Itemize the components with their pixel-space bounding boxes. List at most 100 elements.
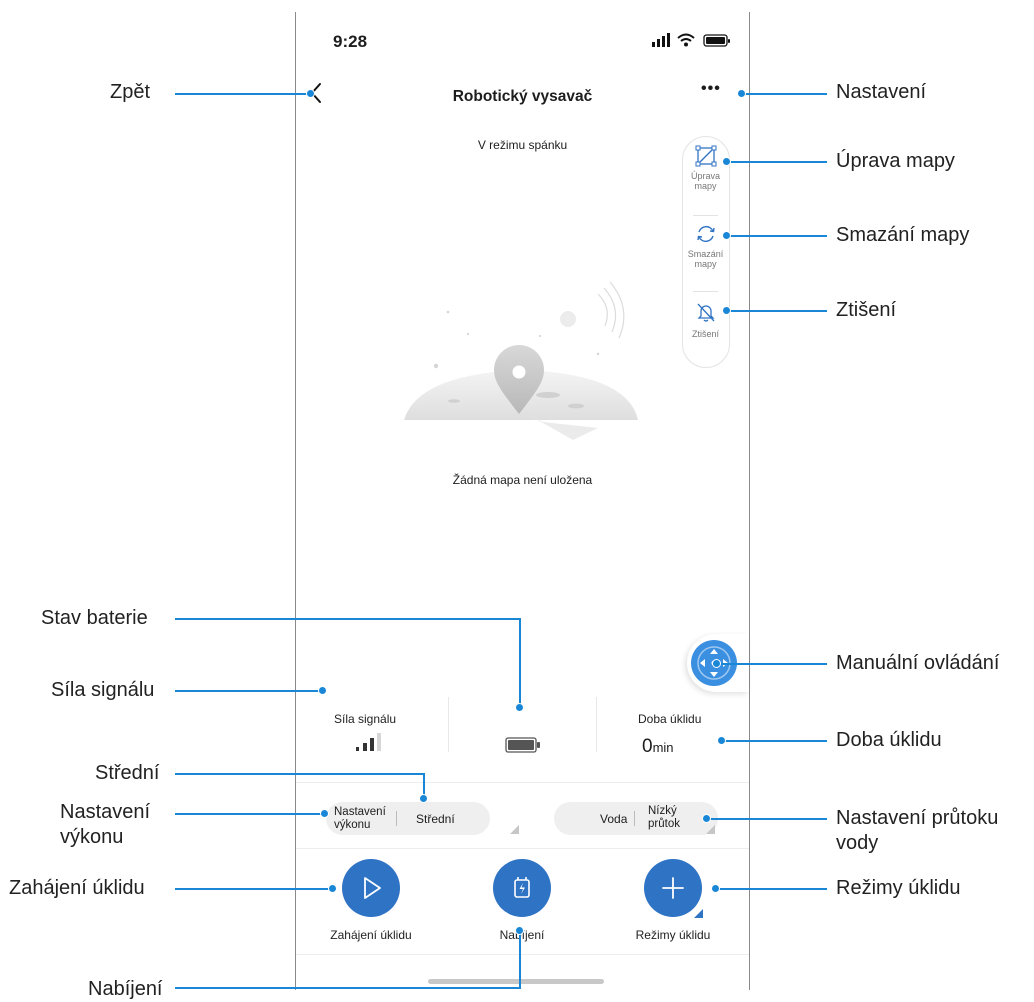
charging-button[interactable]	[493, 859, 551, 917]
phone-screen: 9:28 Robotický vysavač ••• V režimu spán…	[296, 12, 749, 990]
callout-dot	[712, 659, 721, 668]
callout-dot	[318, 686, 327, 695]
callout-line	[727, 235, 827, 237]
robot-state-text: V režimu spánku	[477, 138, 568, 152]
play-icon	[364, 877, 381, 899]
bell-off-icon	[696, 303, 715, 322]
corner-indicator-icon	[694, 909, 703, 918]
divider	[296, 782, 749, 783]
edit-map-button[interactable]: Úprava mapy	[683, 145, 728, 191]
delete-map-button[interactable]: Smazání mapy	[683, 223, 728, 269]
status-time: 9:28	[333, 32, 368, 51]
callout-dot	[419, 794, 428, 803]
more-options-button[interactable]: •••	[701, 80, 721, 98]
callout-water-flow: Nastavení průtoku vody	[836, 806, 998, 856]
corner-indicator-icon	[706, 825, 715, 834]
callout-dot	[328, 884, 337, 893]
empty-map-illustration	[404, 281, 638, 440]
callout-back: Zpět	[110, 81, 151, 103]
mute-button[interactable]: Ztišení	[683, 301, 728, 339]
callout-line	[727, 161, 827, 163]
callout-line	[519, 618, 521, 706]
water-flow-button[interactable]: Voda Nízký průtok	[554, 802, 718, 835]
callout-dot	[717, 736, 726, 745]
callout-settings: Nastavení	[836, 81, 927, 103]
callout-power-line1: Nastavení	[60, 801, 151, 823]
callout-medium: Střední	[95, 762, 160, 784]
callout-line	[175, 987, 521, 989]
power-setting-value: Střední	[416, 812, 455, 826]
callout-delete-map: Smazání mapy	[836, 224, 970, 246]
callout-dot	[320, 809, 329, 818]
start-cleaning-button[interactable]	[342, 859, 400, 917]
cleaning-time-display: 0min	[642, 736, 674, 758]
divider	[693, 215, 718, 216]
page-title: Robotický vysavač	[452, 88, 593, 105]
callout-cleaning-time: Doba úklidu	[836, 729, 942, 751]
corner-indicator-icon	[510, 825, 519, 834]
callout-signal-strength: Síla signálu	[51, 679, 155, 701]
power-setting-button[interactable]: Nastavení výkonu Střední	[326, 802, 519, 835]
phone-frame-right	[749, 12, 750, 990]
divider	[693, 291, 718, 292]
delete-map-label-1: Smazání	[687, 249, 724, 259]
callout-power-setting: Nastavení výkonu	[60, 800, 150, 850]
callout-dot	[722, 157, 731, 166]
refresh-icon	[696, 225, 715, 243]
cleaning-time-unit: min	[652, 740, 674, 755]
divider	[448, 697, 449, 752]
cleaning-modes-button[interactable]	[644, 859, 703, 918]
callout-line	[742, 93, 827, 95]
divider	[634, 811, 635, 826]
power-setting-label: Nastavení výkonu	[334, 806, 386, 832]
charging-dock-icon	[514, 877, 530, 898]
home-indicator[interactable]	[428, 979, 604, 984]
callout-line	[722, 740, 827, 742]
callout-dot	[722, 231, 731, 240]
callout-dot	[711, 884, 720, 893]
status-icons	[652, 32, 736, 55]
water-value-line2: průtok	[648, 818, 680, 830]
signal-bars-icon	[356, 733, 381, 751]
cleaning-modes-label: Režimy úklidu	[635, 928, 711, 942]
callout-dot	[515, 926, 524, 935]
callout-line	[175, 93, 310, 95]
callout-line	[175, 813, 324, 815]
mute-label: Ztišení	[691, 329, 719, 339]
divider	[296, 848, 749, 849]
callout-line	[717, 663, 827, 665]
cleaning-time-value: 0	[642, 736, 653, 757]
callout-dot	[306, 89, 315, 98]
callout-edit-map: Úprava mapy	[836, 150, 955, 172]
cleaning-time-label: Doba úklidu	[638, 712, 702, 726]
no-map-message: Žádná mapa není uložena	[452, 473, 593, 487]
power-label-line1: Nastavení	[334, 806, 386, 818]
callout-battery-status: Stav baterie	[41, 607, 148, 629]
water-flow-value: Nízký průtok	[648, 805, 680, 831]
callout-line	[727, 310, 827, 312]
callout-mute: Ztišení	[836, 299, 897, 321]
callout-line	[707, 818, 827, 820]
battery-icon	[505, 737, 540, 753]
edit-map-icon	[695, 145, 716, 167]
callout-line	[716, 888, 827, 890]
callout-water-line1: Nastavení průtoku	[836, 807, 999, 829]
callout-line	[175, 888, 332, 890]
delete-map-label-2: mapy	[694, 259, 717, 269]
callout-water-line2: vody	[836, 832, 879, 854]
callout-line	[175, 618, 521, 620]
callout-start-cleaning: Zahájení úklidu	[9, 877, 145, 899]
callout-power-line2: výkonu	[60, 826, 124, 848]
divider	[596, 697, 597, 752]
signal-label: Síla signálu	[334, 712, 397, 726]
callout-line	[519, 930, 521, 989]
callout-dot	[737, 89, 746, 98]
water-value-line1: Nízký	[648, 805, 677, 817]
callout-cleaning-modes: Režimy úklidu	[836, 877, 961, 899]
divider	[396, 811, 397, 826]
callout-line	[175, 773, 425, 775]
callout-manual-control: Manuální ovládání	[836, 652, 1000, 674]
map-tools-panel: Úprava mapy Smazání mapy Ztišení	[682, 136, 730, 368]
callout-dot	[515, 703, 524, 712]
power-label-line2: výkonu	[334, 819, 371, 831]
